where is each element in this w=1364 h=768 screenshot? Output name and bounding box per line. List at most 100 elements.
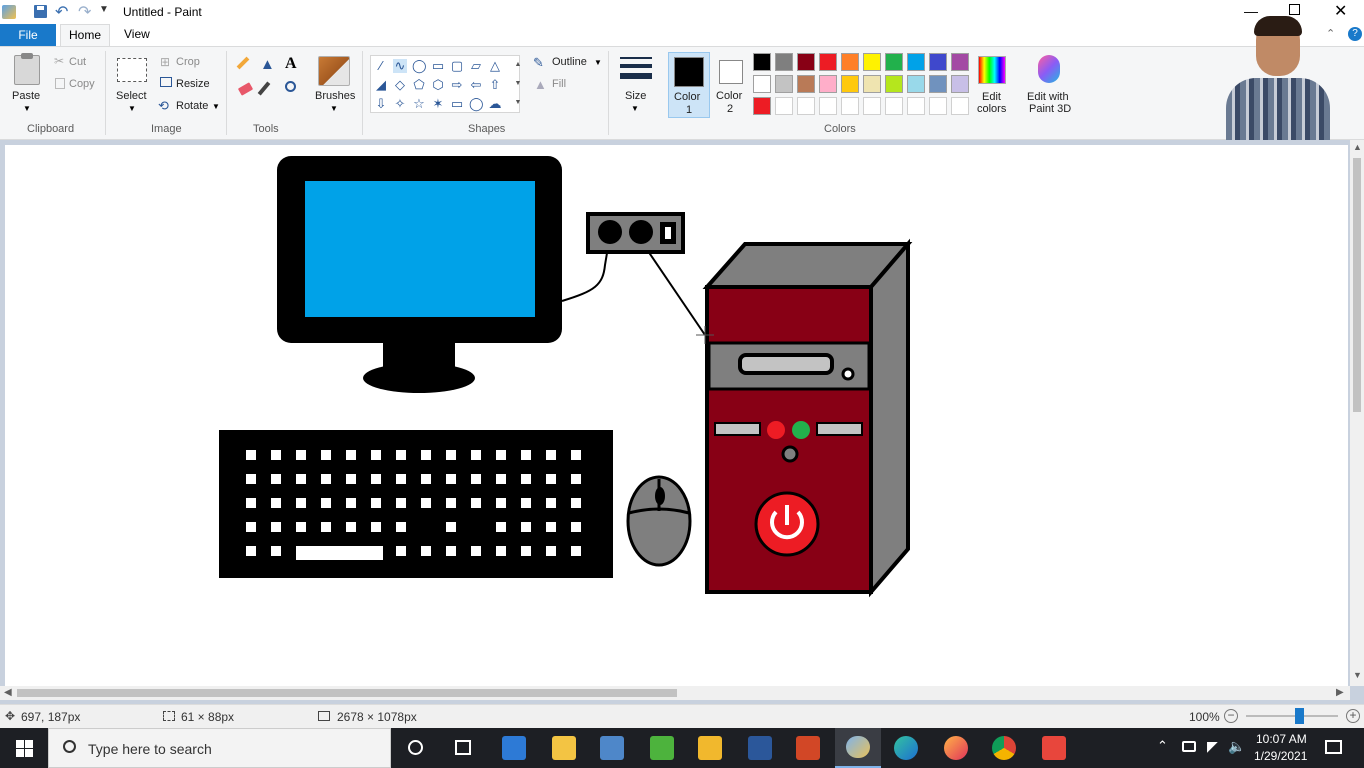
palette-swatch[interactable] [929, 97, 947, 115]
zoom-in-icon[interactable]: + [1346, 709, 1360, 723]
file-menu[interactable]: File [0, 24, 56, 46]
outline-dropdown-icon[interactable]: ▼ [594, 58, 602, 67]
palette-swatch[interactable] [907, 75, 925, 93]
zoom-out-icon[interactable]: − [1224, 709, 1238, 723]
palette-swatch[interactable] [907, 53, 925, 71]
chrome-icon[interactable] [992, 736, 1016, 760]
help-icon[interactable]: ? [1348, 27, 1362, 41]
crop-button[interactable]: Crop [176, 56, 200, 68]
redo-icon[interactable]: ↷ [78, 2, 91, 22]
word-icon[interactable] [748, 736, 772, 760]
paste-dropdown-icon[interactable]: ▼ [23, 104, 31, 113]
scroll-down-arrow-icon[interactable]: ▼ [1353, 670, 1362, 680]
outline-button[interactable]: Outline [552, 56, 587, 68]
zoom-slider[interactable] [1246, 708, 1338, 724]
palette-swatch[interactable] [907, 97, 925, 115]
paint-taskbar-active[interactable] [835, 728, 881, 768]
cut-button[interactable]: Cut [69, 56, 86, 68]
diamond-shape-icon[interactable]: ◇ [393, 78, 407, 92]
save-icon[interactable] [34, 5, 47, 18]
palette-swatch[interactable] [841, 53, 859, 71]
paint-app-icon[interactable] [2, 5, 16, 19]
rounded-rectangle-shape-icon[interactable]: ▢ [450, 59, 464, 73]
horizontal-scroll-thumb[interactable] [17, 689, 677, 697]
palette-swatch[interactable] [951, 53, 969, 71]
sticky-notes-icon[interactable] [698, 736, 722, 760]
clock-time[interactable]: 10:07 AM [1256, 732, 1307, 746]
six-point-star-shape-icon[interactable]: ✶ [431, 97, 445, 111]
horizontal-scrollbar[interactable]: ◀ ▶ [0, 686, 1350, 700]
four-point-star-shape-icon[interactable]: ✧ [393, 97, 407, 111]
size-icon[interactable] [620, 57, 652, 83]
palette-swatch[interactable] [775, 97, 793, 115]
select-button[interactable]: Select [116, 90, 147, 102]
palette-swatch[interactable] [753, 97, 771, 115]
resize-button[interactable]: Resize [176, 78, 210, 90]
edit-colors-label-2[interactable]: colors [977, 103, 1006, 115]
drawing-canvas[interactable] [5, 145, 1348, 688]
color1-button[interactable]: Color 1 [668, 52, 710, 118]
pencil-icon[interactable] [236, 56, 250, 70]
left-arrow-shape-icon[interactable]: ⇦ [469, 78, 483, 92]
close-icon[interactable]: ✕ [1334, 1, 1347, 21]
fill-bucket-icon[interactable]: ▲ [260, 56, 275, 73]
volume-icon[interactable]: 🔈 [1228, 738, 1245, 755]
brushes-icon[interactable] [318, 56, 350, 86]
palette-swatch[interactable] [885, 97, 903, 115]
scroll-up-arrow-icon[interactable]: ▲ [1353, 142, 1362, 152]
right-triangle-shape-icon[interactable]: ◢ [374, 78, 388, 92]
palette-swatch[interactable] [929, 53, 947, 71]
up-arrow-shape-icon[interactable]: ⇧ [488, 78, 502, 92]
camtasia-green-icon[interactable] [650, 736, 674, 760]
oval-shape-icon[interactable]: ◯ [412, 59, 427, 73]
palette-swatch[interactable] [775, 53, 793, 71]
tab-view[interactable]: View [124, 27, 150, 41]
firefox-icon[interactable] [944, 736, 968, 760]
palette-swatch[interactable] [951, 75, 969, 93]
color2-button[interactable]: Color 2 [712, 52, 750, 118]
paste-button[interactable]: Paste [12, 90, 40, 102]
brushes-dropdown-icon[interactable]: ▼ [330, 104, 338, 113]
store-icon[interactable] [502, 736, 526, 760]
task-view-icon[interactable] [455, 740, 471, 755]
line-shape-icon[interactable]: ∕ [374, 59, 388, 73]
palette-swatch[interactable] [885, 75, 903, 93]
file-explorer-icon[interactable] [552, 736, 576, 760]
size-dropdown-icon[interactable]: ▼ [631, 104, 639, 113]
scroll-left-arrow-icon[interactable]: ◀ [4, 687, 12, 698]
size-button[interactable]: Size [625, 90, 646, 102]
callout-cloud-shape-icon[interactable]: ☁ [488, 97, 502, 111]
callout-rect-shape-icon[interactable]: ▭ [450, 97, 464, 111]
palette-swatch[interactable] [863, 53, 881, 71]
palette-swatch[interactable] [885, 53, 903, 71]
palette-swatch[interactable] [797, 75, 815, 93]
rectangle-shape-icon[interactable]: ▭ [431, 59, 445, 73]
paint3d-label-2[interactable]: Paint 3D [1029, 103, 1071, 115]
fill-button[interactable]: Fill [552, 78, 566, 90]
palette-swatch[interactable] [775, 75, 793, 93]
rotate-button[interactable]: Rotate [176, 100, 208, 112]
palette-swatch[interactable] [753, 53, 771, 71]
paint3d-icon[interactable] [1038, 55, 1060, 83]
network-icon[interactable]: ◤ [1207, 738, 1218, 755]
notifications-icon[interactable] [1325, 740, 1342, 754]
cortana-icon[interactable] [408, 740, 423, 755]
paint3d-label-1[interactable]: Edit with [1027, 91, 1069, 103]
five-point-star-shape-icon[interactable]: ☆ [412, 97, 426, 111]
copy-button[interactable]: Copy [69, 78, 95, 90]
vertical-scrollbar[interactable]: ▲ ▼ [1350, 140, 1364, 686]
palette-swatch[interactable] [797, 97, 815, 115]
palette-swatch[interactable] [951, 97, 969, 115]
show-hidden-icons-icon[interactable]: ⌃ [1157, 738, 1168, 754]
callout-oval-shape-icon[interactable]: ◯ [469, 97, 484, 111]
scroll-right-arrow-icon[interactable]: ▶ [1336, 687, 1344, 698]
magnifier-icon[interactable] [285, 81, 296, 92]
curve-shape-icon[interactable]: ∿ [393, 59, 407, 73]
shapes-scroll-icon[interactable]: ▲ ▼ ▼ [514, 55, 522, 113]
clock-date[interactable]: 1/29/2021 [1254, 749, 1307, 763]
powerpoint-icon[interactable] [796, 736, 820, 760]
down-arrow-shape-icon[interactable]: ⇩ [374, 97, 388, 111]
palette-swatch[interactable] [841, 97, 859, 115]
palette-swatch[interactable] [929, 75, 947, 93]
polygon-shape-icon[interactable]: ▱ [469, 59, 483, 73]
